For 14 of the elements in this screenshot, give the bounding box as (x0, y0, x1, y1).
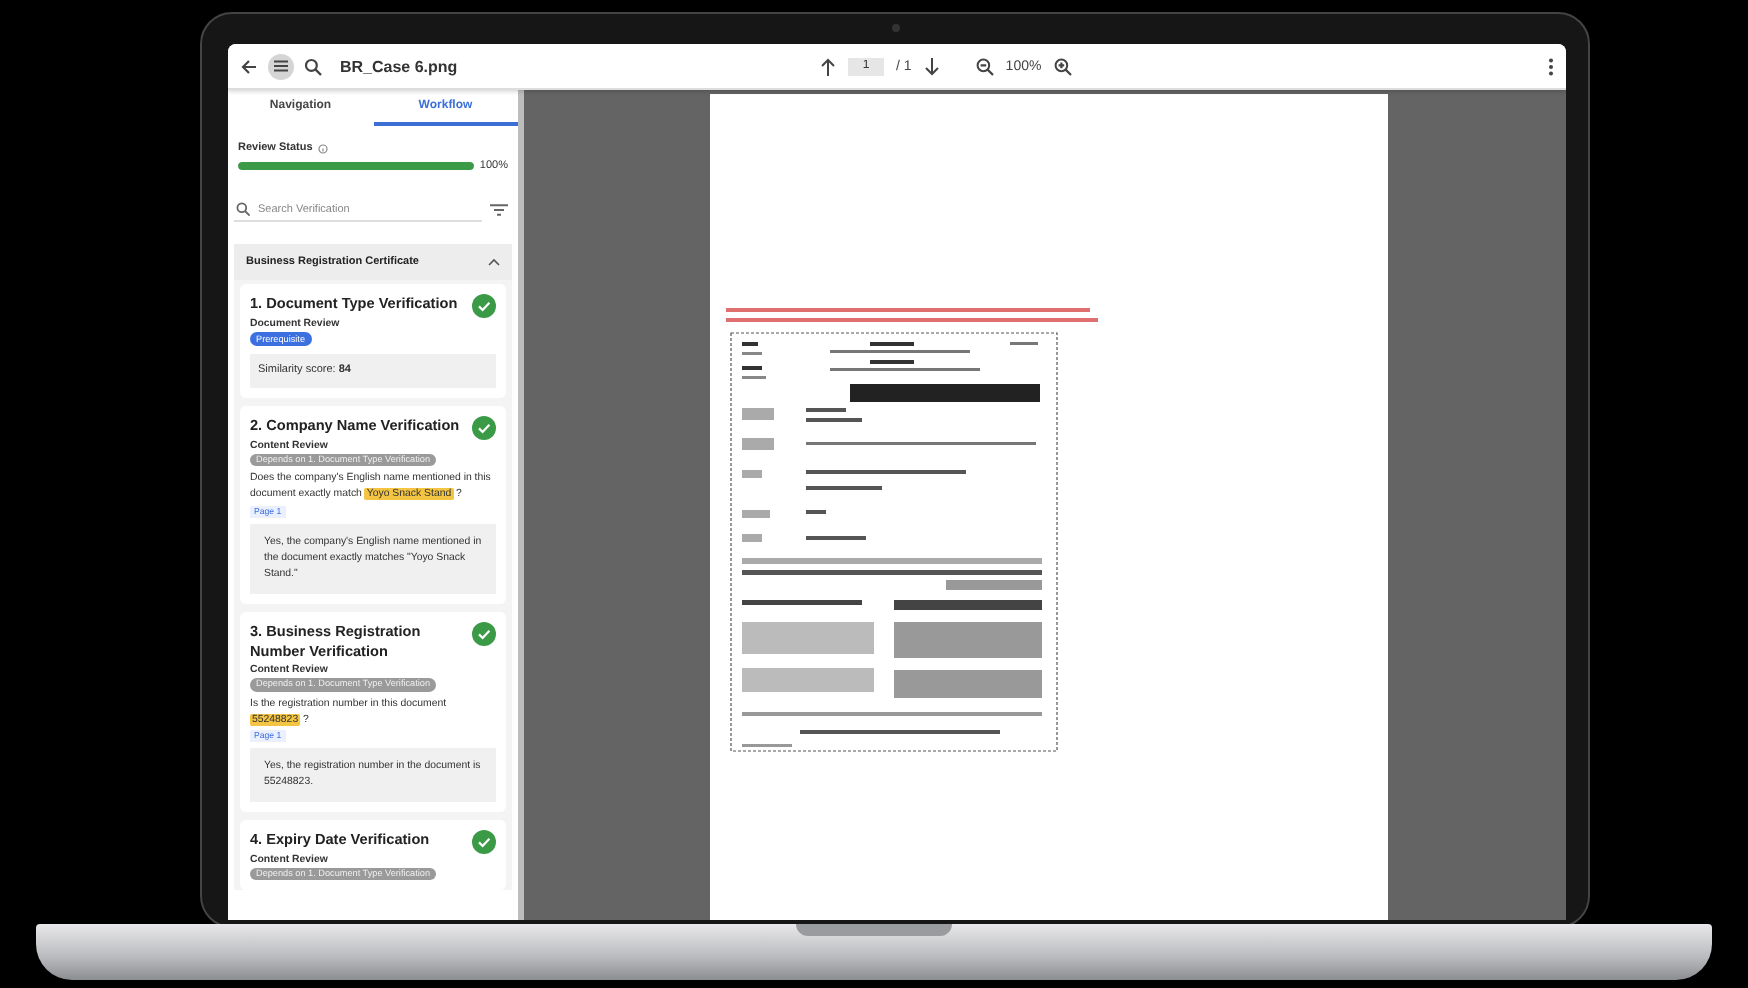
menu-icon (274, 60, 288, 72)
down-arrow-icon (923, 57, 940, 75)
filter-icon (490, 204, 508, 216)
more-options-icon (1548, 57, 1554, 75)
file-name: BR_Case 6.png (340, 57, 458, 75)
zoom-in-icon (1053, 57, 1072, 75)
info-icon (318, 143, 329, 153)
zoom-out-icon (975, 57, 994, 75)
chevron-icon (488, 258, 500, 266)
search-icon (236, 202, 250, 216)
up-arrow-icon (820, 57, 836, 75)
search-icon (304, 57, 322, 75)
menu-button[interactable] (268, 53, 294, 79)
back-arrow-icon (240, 57, 258, 75)
